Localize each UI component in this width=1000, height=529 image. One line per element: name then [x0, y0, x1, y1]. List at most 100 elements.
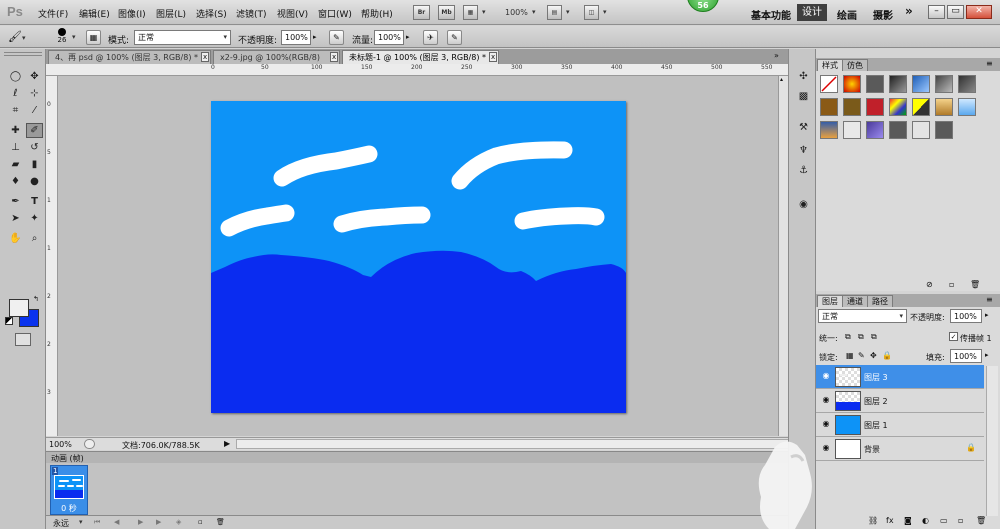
- new-style-icon[interactable]: ▫: [949, 280, 954, 289]
- move-tool[interactable]: ✥: [26, 69, 43, 84]
- horizontal-scrollbar[interactable]: [236, 439, 791, 449]
- toolbox-grip[interactable]: [4, 52, 42, 56]
- actions-icon[interactable]: ⚒: [796, 122, 811, 134]
- delete-style-icon[interactable]: 🗑: [970, 280, 980, 289]
- new-layer-icon[interactable]: ▫: [958, 516, 963, 525]
- eye-icon[interactable]: ◉: [821, 371, 831, 381]
- eye-icon[interactable]: ◉: [821, 395, 831, 405]
- healing-brush-tool[interactable]: ✚: [7, 123, 24, 138]
- brush-preset-picker[interactable]: 26: [52, 27, 72, 47]
- quick-mask-button[interactable]: [15, 333, 31, 346]
- lasso-tool[interactable]: ℓ: [7, 86, 24, 101]
- histogram-icon[interactable]: ▩: [796, 91, 811, 103]
- chevron-down-icon[interactable]: ▾: [79, 518, 83, 526]
- clear-style-icon[interactable]: ⊘: [926, 280, 933, 289]
- chevron-down-icon[interactable]: ▾: [566, 8, 570, 16]
- adjustments-icon[interactable]: ♆: [796, 145, 811, 157]
- delete-frame-icon[interactable]: 🗑: [216, 518, 225, 526]
- chevron-down-icon[interactable]: ▾: [532, 8, 536, 16]
- eraser-tool[interactable]: ▰: [7, 157, 24, 172]
- first-frame-icon[interactable]: ⏮: [94, 518, 100, 527]
- propagate-frame-checkbox[interactable]: ✓: [949, 332, 958, 341]
- masks-icon[interactable]: ⚓: [796, 165, 811, 177]
- opacity-slider-arrow[interactable]: ▸: [985, 311, 989, 319]
- flow-field[interactable]: 100%: [374, 30, 404, 45]
- color-wheel-icon[interactable]: ◉: [796, 199, 811, 211]
- style-swatch[interactable]: [935, 121, 953, 139]
- crop-tool[interactable]: ⌗: [7, 103, 24, 118]
- mode-select[interactable]: 正常 ▾: [134, 30, 231, 45]
- style-swatch[interactable]: [820, 98, 838, 116]
- mini-bridge-button[interactable]: Mb: [438, 5, 455, 20]
- tab-styles[interactable]: 样式: [817, 59, 843, 71]
- status-menu-icon[interactable]: [84, 439, 95, 449]
- layer-row-2[interactable]: ◉ 图层 2: [816, 389, 984, 413]
- animation-frame-1[interactable]: 1 0 秒: [50, 465, 88, 515]
- tab-close-icon[interactable]: x: [330, 52, 339, 62]
- add-mask-icon[interactable]: ◙: [904, 516, 912, 525]
- tab-channels[interactable]: 通道: [842, 295, 868, 307]
- style-swatch[interactable]: [958, 75, 976, 93]
- blur-tool[interactable]: ♦: [7, 174, 24, 189]
- tab-close-icon[interactable]: x: [489, 52, 498, 62]
- layers-scrollbar[interactable]: [986, 366, 998, 516]
- layer-row-background[interactable]: ◉ 背景 🔒: [816, 437, 984, 461]
- layer-row-1[interactable]: ◉ 图层 1: [816, 413, 984, 437]
- fill-field[interactable]: 100%: [950, 349, 982, 363]
- loop-select[interactable]: 永远: [53, 518, 69, 529]
- tab-document-1[interactable]: 4、再 psd @ 100% (图层 3, RGB/8) *: [48, 50, 211, 64]
- style-swatch[interactable]: [866, 121, 884, 139]
- adjustment-layer-icon[interactable]: ◐: [922, 516, 929, 525]
- airbrush-button[interactable]: ✈: [423, 30, 438, 45]
- menu-edit[interactable]: 编辑(E): [79, 7, 110, 20]
- chevron-down-icon[interactable]: ▾: [482, 8, 486, 16]
- unify-position-icon[interactable]: ⧉: [845, 332, 851, 342]
- pen-tool[interactable]: ✒: [7, 194, 24, 209]
- opacity-field[interactable]: 100%: [281, 30, 311, 45]
- brush-tool[interactable]: ✐: [26, 123, 43, 138]
- foreground-color-swatch[interactable]: [9, 299, 29, 317]
- frame-delay[interactable]: 0 秒: [51, 503, 87, 514]
- workspace-painting[interactable]: 绘画: [837, 7, 857, 22]
- style-none[interactable]: [820, 75, 838, 93]
- style-swatch[interactable]: [912, 121, 930, 139]
- restore-button[interactable]: ▭: [947, 5, 964, 19]
- fill-slider-arrow[interactable]: ▸: [985, 351, 989, 359]
- quick-select-tool[interactable]: ⊹: [26, 86, 43, 101]
- brush-panel-toggle[interactable]: ▦: [86, 30, 101, 45]
- style-swatch[interactable]: [843, 121, 861, 139]
- menu-select[interactable]: 选择(S): [196, 7, 227, 20]
- status-zoom[interactable]: 100%: [49, 440, 72, 449]
- zoom-tool[interactable]: ⌕: [26, 231, 43, 246]
- tab-dither[interactable]: 仿色: [842, 59, 868, 71]
- style-swatch[interactable]: [912, 98, 930, 116]
- menu-view[interactable]: 视图(V): [277, 7, 308, 20]
- history-brush-tool[interactable]: ↺: [26, 140, 43, 155]
- swap-colors-icon[interactable]: ↰: [33, 295, 39, 303]
- style-swatch[interactable]: [889, 98, 907, 116]
- marquee-tool[interactable]: ◯: [7, 69, 24, 84]
- duplicate-frame-icon[interactable]: ▫: [198, 518, 203, 526]
- next-frame-icon[interactable]: ▶: [156, 518, 161, 526]
- style-swatch[interactable]: [843, 75, 861, 93]
- dodge-tool[interactable]: ●: [26, 174, 43, 189]
- view-extras-button[interactable]: ▦: [463, 5, 478, 20]
- pressure-opacity-button[interactable]: ✎: [329, 30, 344, 45]
- lock-pixels-icon[interactable]: ✎: [858, 351, 865, 360]
- style-swatch[interactable]: [912, 75, 930, 93]
- tab-document-2[interactable]: x2-9.jpg @ 100%(RGB/8): [213, 50, 340, 64]
- menu-image[interactable]: 图像(I): [118, 7, 146, 20]
- tween-icon[interactable]: ◈: [176, 518, 181, 526]
- flow-slider-arrow[interactable]: ▸: [406, 33, 410, 41]
- panel-menu-icon[interactable]: ≡: [986, 59, 993, 68]
- tab-document-3[interactable]: 未标题-1 @ 100% (图层 3, RGB/8) *: [342, 50, 499, 64]
- unify-visibility-icon[interactable]: ⧉: [858, 332, 864, 342]
- scroll-up-icon[interactable]: ▴: [780, 76, 783, 83]
- document-canvas[interactable]: [211, 101, 626, 413]
- layer-name[interactable]: 图层 2: [864, 396, 888, 407]
- new-group-icon[interactable]: ▭: [940, 516, 948, 525]
- more-workspaces-button[interactable]: »: [905, 4, 913, 18]
- tab-paths[interactable]: 路径: [867, 295, 893, 307]
- chevron-down-icon[interactable]: ▾: [603, 8, 607, 16]
- clone-stamp-tool[interactable]: ⊥: [7, 140, 24, 155]
